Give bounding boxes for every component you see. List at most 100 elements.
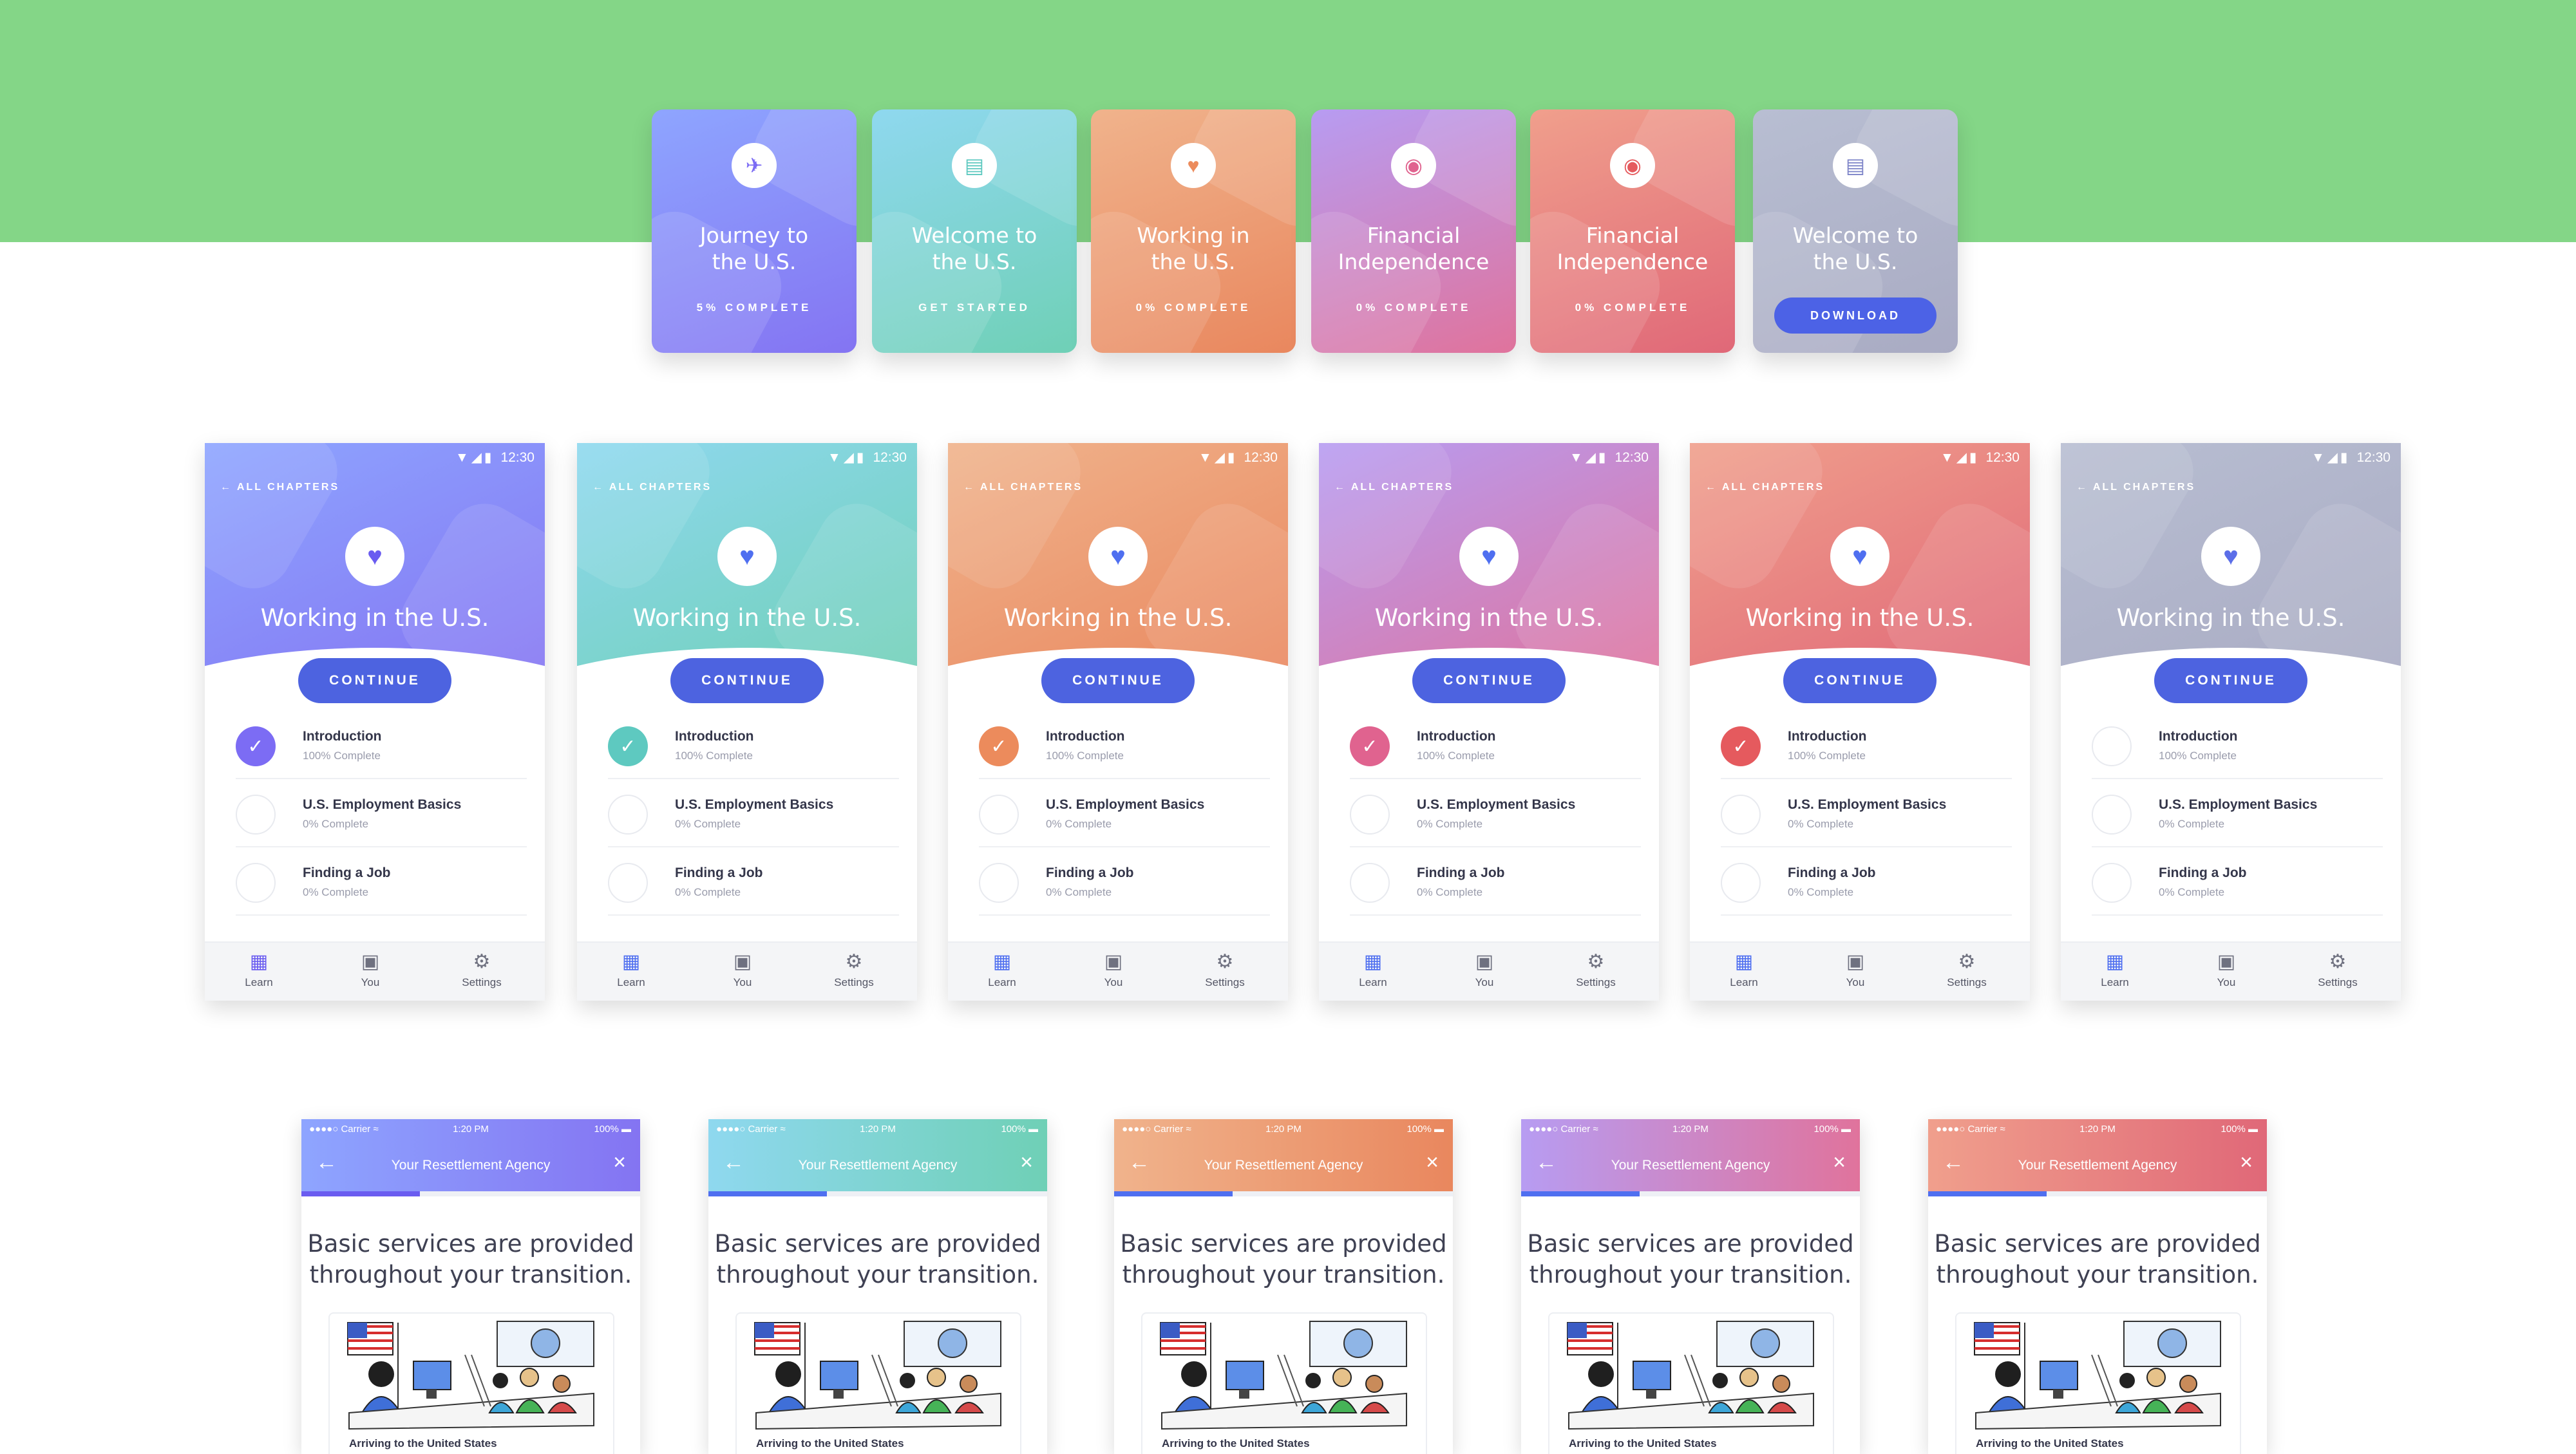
lesson-progress: 0% Complete xyxy=(1417,818,1483,830)
lesson-item[interactable]: ✓ Introduction 100% Complete xyxy=(608,720,899,779)
nav-label: Learn xyxy=(245,976,273,988)
nav-you[interactable]: ▣ You xyxy=(332,950,409,989)
lesson-phone-screen: ●●●●○ Carrier ≈ 1:20 PM 100% ▬ ← Your Re… xyxy=(1114,1119,1453,1454)
pentagon-icon xyxy=(979,863,1019,903)
pentagon-icon xyxy=(236,863,276,903)
gear-icon: ⚙ xyxy=(1587,951,1605,972)
lesson-item[interactable]: ✓ Introduction 100% Complete xyxy=(1350,720,1641,779)
nav-you[interactable]: ▣ You xyxy=(2188,950,2265,989)
nav-learn[interactable]: ▦ Learn xyxy=(220,950,298,989)
lesson-phone-screen: ●●●●○ Carrier ≈ 1:20 PM 100% ▬ ← Your Re… xyxy=(708,1119,1047,1454)
nav-learn[interactable]: ▦ Learn xyxy=(1334,950,1412,989)
card-status: GET STARTED xyxy=(918,301,1030,314)
lesson-item[interactable]: Finding a Job 0% Complete xyxy=(1350,856,1641,916)
illustration-caption: Arriving to the United States xyxy=(1162,1437,1310,1449)
lesson-item[interactable]: U.S. Employment Basics 0% Complete xyxy=(1721,788,2012,847)
book-icon: ▦ xyxy=(1363,951,1383,972)
lesson-name: Finding a Job xyxy=(303,865,391,880)
lesson-progress: 100% Complete xyxy=(303,750,381,762)
nav-learn[interactable]: ▦ Learn xyxy=(2076,950,2154,989)
pentagon-icon xyxy=(2092,726,2132,766)
nav-you[interactable]: ▣ You xyxy=(1446,950,1523,989)
nav-you[interactable]: ▣ You xyxy=(704,950,781,989)
lesson-name: U.S. Employment Basics xyxy=(1788,797,1947,812)
continue-button[interactable]: CONTINUE xyxy=(2154,658,2307,703)
back-to-chapters-link[interactable]: ← ALL CHAPTERS xyxy=(1705,482,1824,493)
lesson-item[interactable]: Finding a Job 0% Complete xyxy=(236,856,527,916)
continue-button[interactable]: CONTINUE xyxy=(1412,658,1566,703)
ios-status-bar: ●●●●○ Carrier ≈ 1:20 PM 100% ▬ xyxy=(708,1119,1047,1140)
lesson-item[interactable]: Introduction 100% Complete xyxy=(2092,720,2383,779)
card-title: Journey to the U.S. xyxy=(699,223,809,274)
lesson-item[interactable]: U.S. Employment Basics 0% Complete xyxy=(2092,788,2383,847)
phone-header: ▼◢▮ 12:30 ← ALL CHAPTERS ♥ Working in the… xyxy=(1319,443,1659,688)
nav-learn[interactable]: ▦ Learn xyxy=(1705,950,1783,989)
pentagon-icon xyxy=(608,863,648,903)
illustration-card[interactable]: Arriving to the United States xyxy=(328,1312,614,1454)
battery-icon: 100% ▬ xyxy=(1814,1124,1851,1135)
lesson-item[interactable]: Finding a Job 0% Complete xyxy=(2092,856,2383,916)
lesson-item[interactable]: ✓ Introduction 100% Complete xyxy=(236,720,527,779)
close-icon[interactable]: × xyxy=(2240,1150,2253,1175)
illustration-card[interactable]: Arriving to the United States xyxy=(1548,1312,1834,1454)
continue-button[interactable]: CONTINUE xyxy=(1041,658,1195,703)
close-icon[interactable]: × xyxy=(1833,1150,1846,1175)
lesson-item[interactable]: Finding a Job 0% Complete xyxy=(608,856,899,916)
nav-learn[interactable]: ▦ Learn xyxy=(592,950,670,989)
chapter-card[interactable]: ◉ Financial Independence 0% COMPLETE xyxy=(1311,109,1516,353)
back-to-chapters-link[interactable]: ← ALL CHAPTERS xyxy=(220,482,339,493)
lesson-name: U.S. Employment Basics xyxy=(303,797,462,812)
nav-label: Learn xyxy=(988,976,1016,988)
nav-settings[interactable]: ⚙ Settings xyxy=(1186,950,1264,989)
nav-settings[interactable]: ⚙ Settings xyxy=(2299,950,2376,989)
continue-button[interactable]: CONTINUE xyxy=(298,658,451,703)
nav-settings[interactable]: ⚙ Settings xyxy=(1928,950,2005,989)
nav-settings[interactable]: ⚙ Settings xyxy=(1557,950,1634,989)
chapter-phone-screen: ▼◢▮ 12:30 ← ALL CHAPTERS ♥ Working in the… xyxy=(577,443,917,1001)
illustration-card[interactable]: Arriving to the United States xyxy=(735,1312,1021,1454)
chapter-card[interactable]: ♥ Working in the U.S. 0% COMPLETE xyxy=(1091,109,1296,353)
lesson-item[interactable]: U.S. Employment Basics 0% Complete xyxy=(1350,788,1641,847)
lesson-name: Introduction xyxy=(1417,729,1496,744)
close-icon[interactable]: × xyxy=(613,1150,626,1175)
back-to-chapters-link[interactable]: ← ALL CHAPTERS xyxy=(1334,482,1454,493)
nav-label: Learn xyxy=(2101,976,2129,988)
continue-button[interactable]: CONTINUE xyxy=(1783,658,1937,703)
chapter-title: Working in the U.S. xyxy=(260,604,489,632)
chapter-card[interactable]: ▤ Welcome to the U.S. GET STARTED xyxy=(872,109,1077,353)
status-bar: ▼◢▮ 12:30 xyxy=(2311,450,2391,465)
book-icon: ▦ xyxy=(1734,951,1754,972)
chapter-card[interactable]: ✈ Journey to the U.S. 5% COMPLETE xyxy=(652,109,857,353)
back-to-chapters-link[interactable]: ← ALL CHAPTERS xyxy=(592,482,712,493)
lesson-text: Basic services are provided throughout yo… xyxy=(1120,1230,1447,1289)
lesson-item[interactable]: Finding a Job 0% Complete xyxy=(979,856,1270,916)
phone-header: ▼◢▮ 12:30 ← ALL CHAPTERS ♥ Working in the… xyxy=(577,443,917,688)
illustration-card[interactable]: Arriving to the United States xyxy=(1141,1312,1427,1454)
lesson-item[interactable]: Finding a Job 0% Complete xyxy=(1721,856,2012,916)
lesson-item[interactable]: ✓ Introduction 100% Complete xyxy=(1721,720,2012,779)
nav-you[interactable]: ▣ You xyxy=(1075,950,1152,989)
pentagon-icon xyxy=(2092,863,2132,903)
lesson-name: Finding a Job xyxy=(1417,865,1505,880)
close-icon[interactable]: × xyxy=(1020,1150,1033,1175)
chapter-card[interactable]: ▤ Welcome to the U.S. DOWNLOAD xyxy=(1753,109,1958,353)
continue-button[interactable]: CONTINUE xyxy=(670,658,824,703)
nav-learn[interactable]: ▦ Learn xyxy=(963,950,1041,989)
ios-status-bar: ●●●●○ Carrier ≈ 1:20 PM 100% ▬ xyxy=(301,1119,640,1140)
close-icon[interactable]: × xyxy=(1426,1150,1439,1175)
download-button[interactable]: DOWNLOAD xyxy=(1774,297,1937,334)
back-to-chapters-link[interactable]: ← ALL CHAPTERS xyxy=(963,482,1083,493)
lesson-item[interactable]: ✓ Introduction 100% Complete xyxy=(979,720,1270,779)
nav-settings[interactable]: ⚙ Settings xyxy=(443,950,520,989)
lesson-progress-bar xyxy=(301,1191,640,1196)
lesson-item[interactable]: U.S. Employment Basics 0% Complete xyxy=(979,788,1270,847)
card-status: 0% COMPLETE xyxy=(1356,301,1472,314)
nav-settings[interactable]: ⚙ Settings xyxy=(815,950,893,989)
chapter-card[interactable]: ◉ Financial Independence 0% COMPLETE xyxy=(1530,109,1735,353)
check-icon: ✓ xyxy=(236,726,276,766)
back-to-chapters-link[interactable]: ← ALL CHAPTERS xyxy=(2076,482,2195,493)
lesson-item[interactable]: U.S. Employment Basics 0% Complete xyxy=(608,788,899,847)
illustration-card[interactable]: Arriving to the United States xyxy=(1955,1312,2241,1454)
nav-you[interactable]: ▣ You xyxy=(1817,950,1894,989)
lesson-item[interactable]: U.S. Employment Basics 0% Complete xyxy=(236,788,527,847)
